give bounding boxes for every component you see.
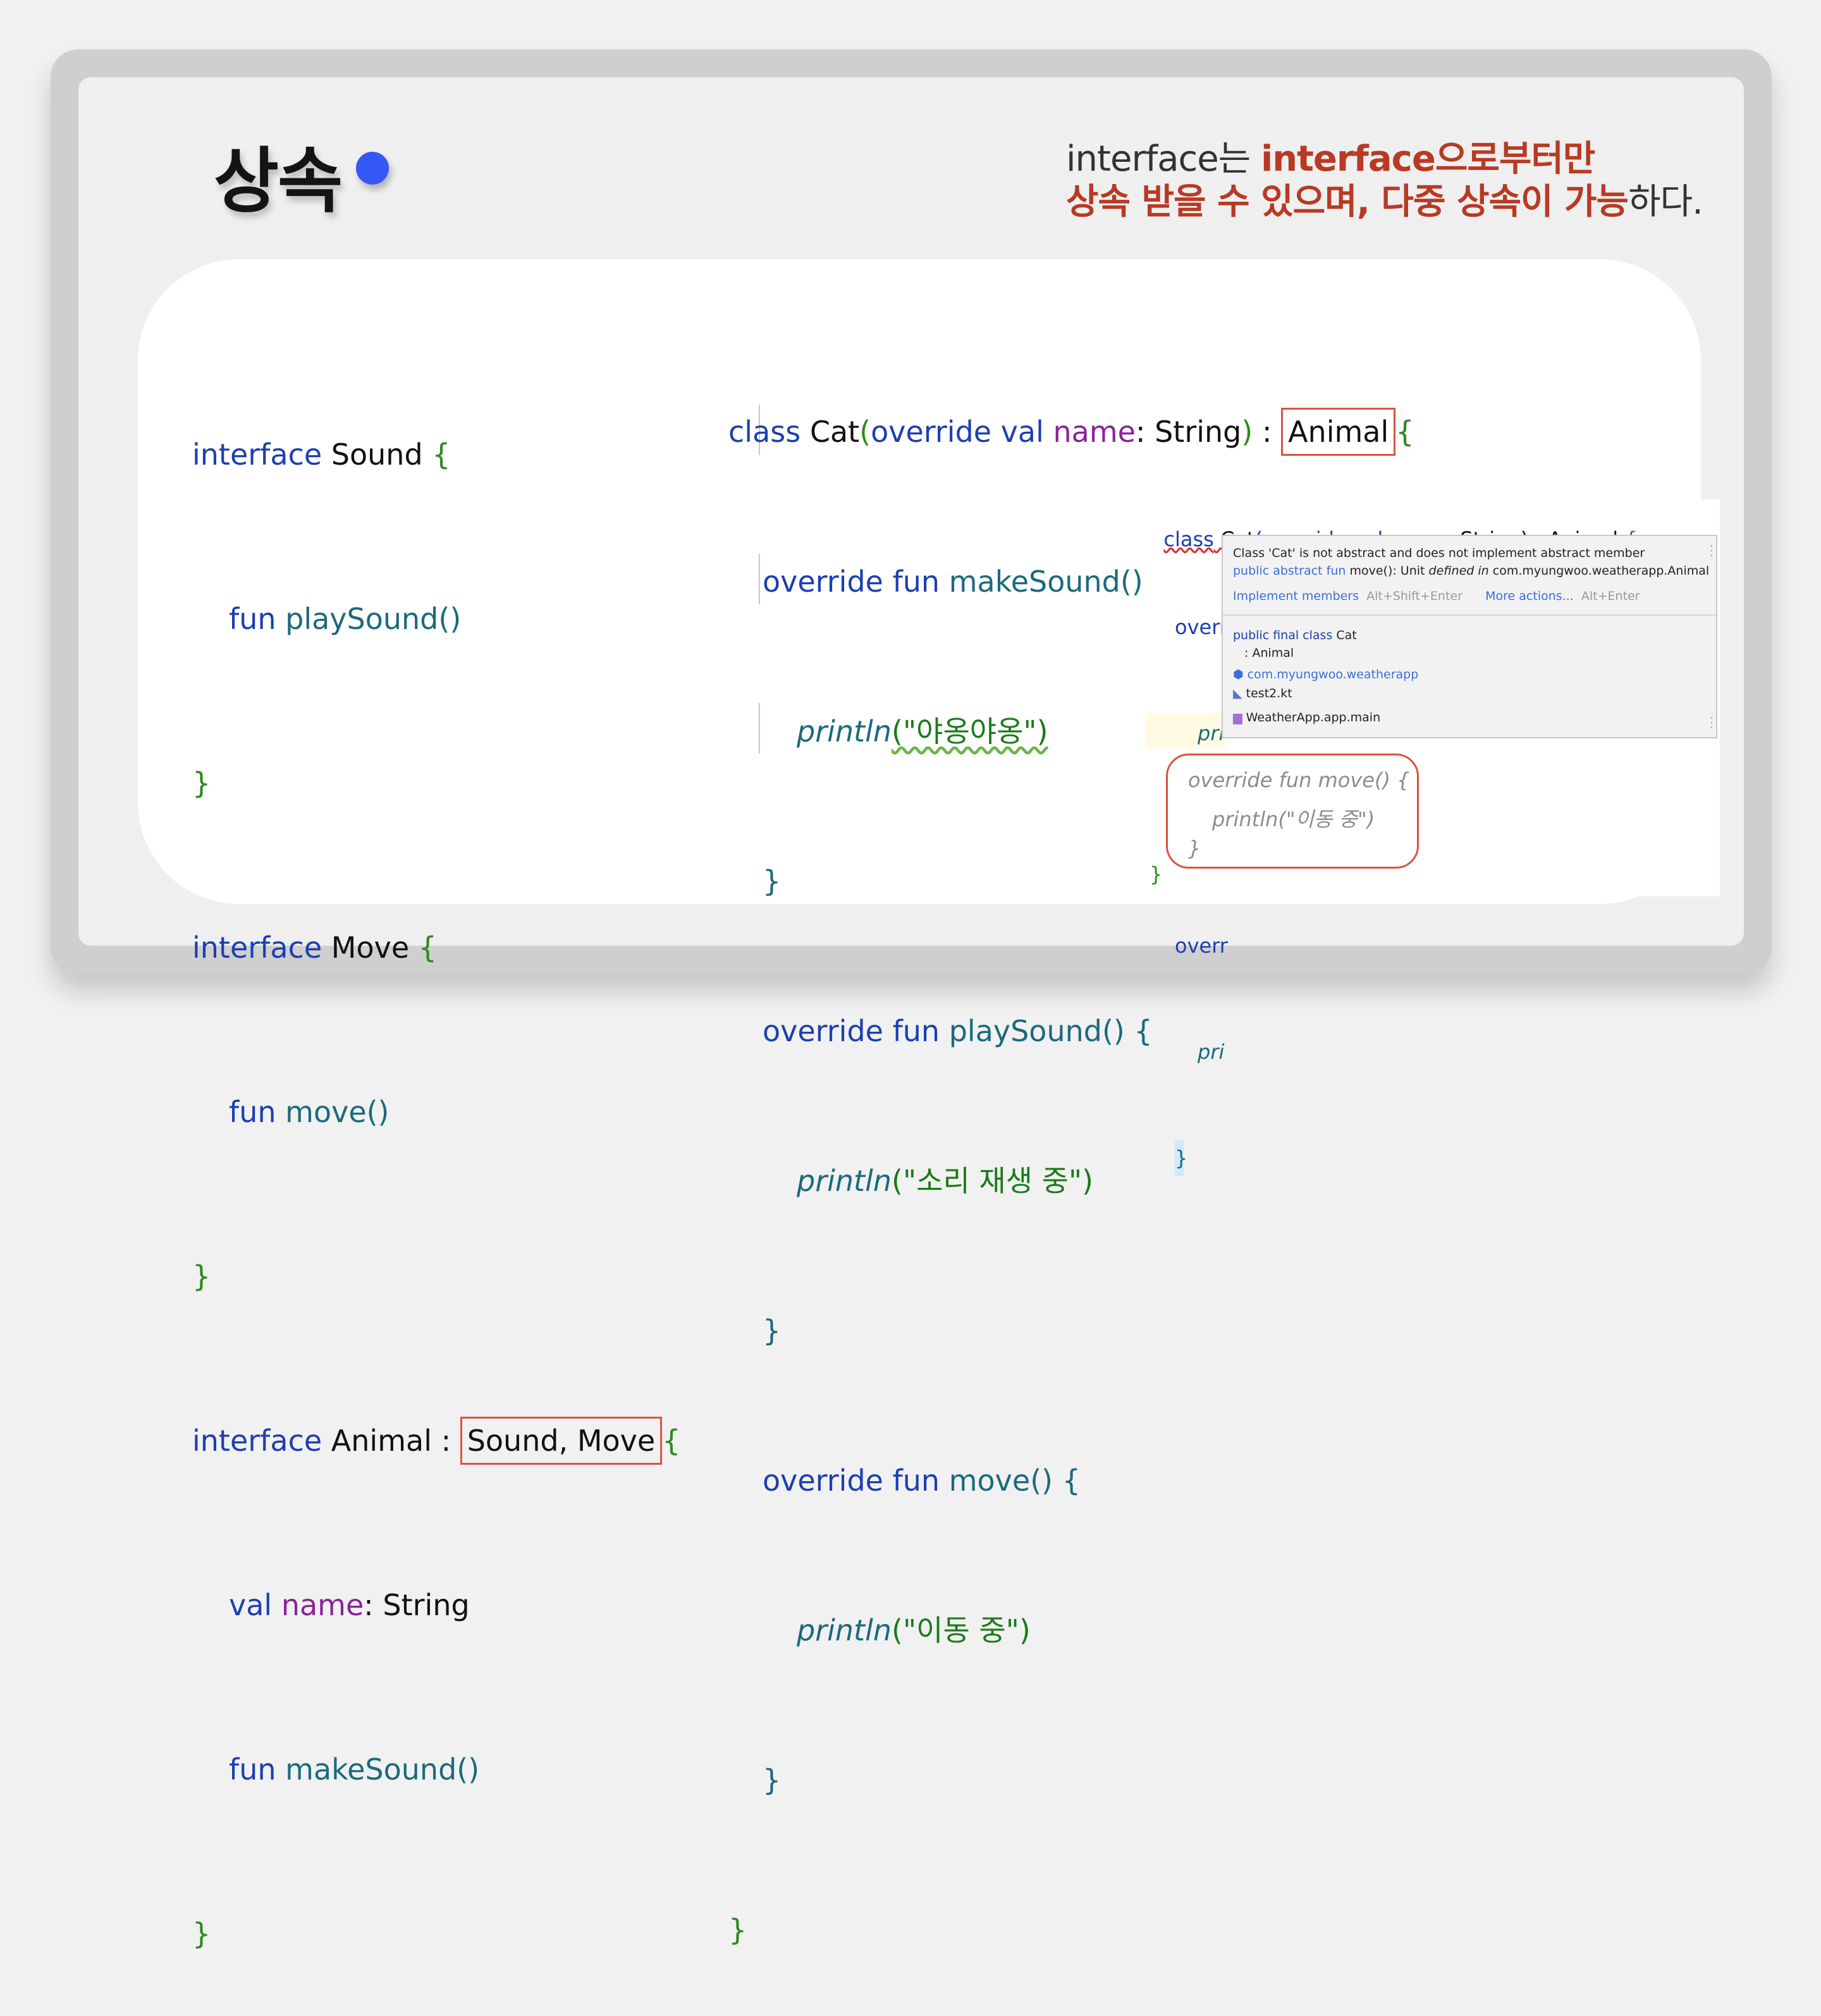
- ide-override-2: overr: [1175, 934, 1228, 958]
- tooltip-sig-modifiers: public abstract fun: [1233, 564, 1346, 578]
- brace-open: {: [418, 931, 438, 965]
- ide-println-2: pri: [1198, 1040, 1225, 1064]
- brace-close: }: [192, 766, 211, 800]
- ide-close-2: }: [1175, 1140, 1187, 1176]
- slide-subtitle: interface는 interface으로부터만 상속 받을 수 있으며, 다…: [1066, 138, 1703, 224]
- decl-package-row: ⬢ com.myungwoo.weatherapp: [1233, 668, 1418, 681]
- more-actions-link[interactable]: More actions...: [1485, 589, 1574, 603]
- kw-override-fun: override fun: [763, 1463, 940, 1498]
- subtitle-line2-b: 하다.: [1628, 181, 1703, 223]
- iface-sound-name: Sound: [322, 437, 432, 472]
- tooltip-sig-defined: defined in: [1428, 564, 1489, 578]
- tooltip-error-section: Class 'Cat' is not abstract and does not…: [1223, 536, 1719, 616]
- tooltip-signature: public abstract fun move(): Unit defined…: [1233, 564, 1709, 578]
- str-meow: ("야옹야옹"): [892, 714, 1048, 748]
- suggest-line-3: }: [1188, 836, 1201, 860]
- implement-members-shortcut: Alt+Shift+Enter: [1366, 589, 1462, 603]
- kw-val: val: [229, 1588, 273, 1622]
- brace-close: }: [192, 1259, 211, 1293]
- paren-close: ): [1241, 415, 1253, 449]
- ide-println-1: pri: [1198, 721, 1225, 745]
- kw-interface: interface: [192, 1424, 322, 1458]
- decl-module: WeatherApp.app.main: [1246, 711, 1381, 724]
- brace-open: {: [1395, 415, 1414, 449]
- tooltip-sig-path: com.myungwoo.weatherapp.Animal: [1488, 564, 1710, 578]
- subtitle-line2-a: 상속 받을 수 있으며, 다중 상속이 가능: [1066, 181, 1629, 223]
- decl-file-row: ◣ test2.kt: [1233, 687, 1292, 700]
- tooltip-menu-icon-2[interactable]: ⋮: [1705, 716, 1719, 730]
- class-cat: Cat: [800, 415, 860, 449]
- package-icon: ⬢: [1233, 668, 1244, 681]
- fn-println: println: [797, 714, 892, 748]
- kw-interface: interface: [192, 931, 322, 965]
- fn-play-sound: playSound(): [276, 602, 462, 636]
- brace-close: }: [728, 1913, 747, 1947]
- fn-play-sound: playSound() {: [940, 1014, 1153, 1048]
- prop-name: name: [1043, 415, 1136, 449]
- kw-fun: fun: [229, 602, 276, 636]
- fn-make-sound: makeSound(): [276, 1752, 480, 1787]
- decl-super: : Animal: [1244, 646, 1294, 660]
- fn-make-sound: makeSound() {: [940, 565, 1171, 599]
- tooltip-message: Class 'Cat' is not abstract and does not…: [1233, 546, 1645, 560]
- decl-modifiers: public final class: [1233, 628, 1333, 642]
- brace-close: }: [763, 864, 782, 898]
- iface-move-name: Move: [322, 931, 419, 965]
- module-icon: ▆: [1233, 711, 1242, 724]
- colon: :: [1253, 415, 1282, 449]
- decl-file: test2.kt: [1246, 687, 1292, 700]
- fn-move: move() {: [940, 1463, 1081, 1498]
- slide-title: 상속: [214, 140, 343, 223]
- suggest-line-2: println("이동 중"): [1212, 807, 1375, 831]
- fn-move: move(): [276, 1095, 389, 1129]
- brace-open: {: [662, 1424, 681, 1458]
- animal-parents-highlight: Sound, Move: [460, 1417, 663, 1465]
- more-actions-shortcut: Alt+Enter: [1581, 589, 1640, 603]
- fn-println: println: [797, 1164, 892, 1198]
- decl-module-row: ▆ WeatherApp.app.main: [1233, 711, 1380, 724]
- tooltip-menu-icon[interactable]: ⋮: [1705, 544, 1719, 558]
- brace-close: }: [763, 1763, 782, 1797]
- tooltip-actions: Implement members Alt+Shift+Enter More a…: [1233, 589, 1640, 603]
- subtitle-line1-b: interface으로부터만: [1261, 138, 1595, 180]
- fn-println: println: [797, 1613, 892, 1647]
- kw-override-fun: override fun: [763, 1014, 940, 1048]
- kw-interface: interface: [192, 437, 322, 472]
- suggested-implementation: override fun move() { println("이동 중") }: [1166, 754, 1419, 869]
- ide-body: overr pri } overr pri }: [1175, 539, 1228, 1211]
- subtitle-line1-a: interface는: [1066, 138, 1261, 180]
- brace-close: }: [763, 1314, 782, 1348]
- error-tooltip: Class 'Cat' is not abstract and does not…: [1222, 535, 1719, 738]
- tooltip-sig-fun: move(): Unit: [1346, 564, 1429, 578]
- ide-override-1: overr: [1175, 615, 1228, 639]
- kw-class: class: [728, 415, 801, 449]
- decl-class: Cat: [1332, 628, 1357, 642]
- kotlin-file-icon: ◣: [1233, 687, 1242, 700]
- str-sound-play: ("소리 재생 중"): [892, 1164, 1094, 1198]
- kw-fun: fun: [229, 1095, 276, 1129]
- kw-override-fun: override fun: [763, 565, 940, 599]
- implement-members-link[interactable]: Implement members: [1233, 589, 1359, 603]
- str-moving: ("이동 중"): [892, 1613, 1031, 1647]
- kw-fun: fun: [229, 1752, 276, 1787]
- suggest-line-1: override fun move() {: [1188, 768, 1410, 792]
- ide-close-final: }: [1150, 862, 1163, 886]
- brace-close: }: [192, 1917, 211, 1951]
- prop-type: : String: [1135, 415, 1242, 449]
- left-code-block: interface Sound { fun playSound() } inte…: [192, 317, 680, 2016]
- iface-animal-name: Animal :: [322, 1424, 460, 1458]
- decl-line: public final class Cat: [1233, 628, 1357, 642]
- kw-override-val: override val: [871, 415, 1044, 449]
- prop-type: : String: [364, 1588, 470, 1622]
- animal-highlight: Animal: [1281, 408, 1396, 456]
- brace-open: {: [432, 437, 451, 472]
- decl-package[interactable]: com.myungwoo.weatherapp: [1248, 668, 1419, 681]
- prop-name: name: [272, 1588, 364, 1622]
- title-dot-icon: [356, 152, 389, 185]
- paren-open: (: [859, 415, 871, 449]
